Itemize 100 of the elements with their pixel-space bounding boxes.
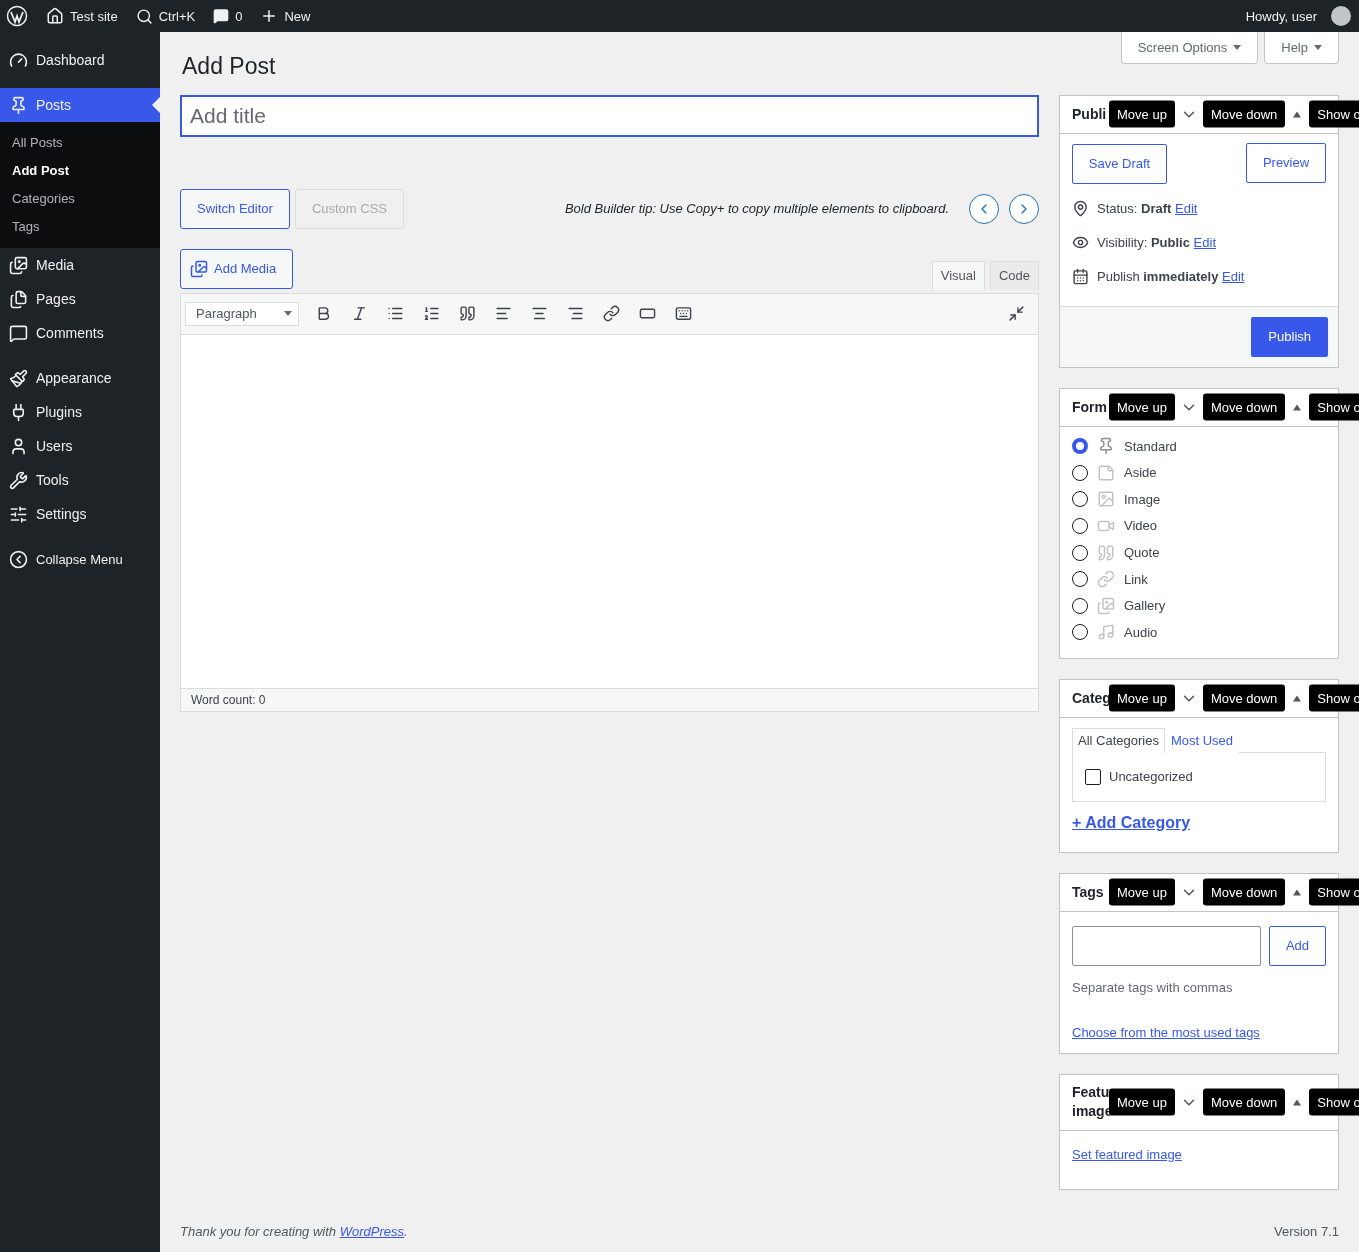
radio-button[interactable] [1072, 491, 1088, 508]
format-select[interactable]: Paragraph [185, 301, 299, 326]
tooltip: Move down [1202, 393, 1286, 421]
menu-item[interactable]: Appearance [0, 361, 160, 395]
publish-setting: Visibility: Public Edit [1097, 235, 1216, 251]
radio-button[interactable] [1072, 571, 1088, 588]
paintbrush-icon [9, 368, 28, 388]
pin-icon [1072, 200, 1089, 218]
link-icon[interactable] [602, 305, 620, 323]
editor-tab[interactable]: Code [989, 260, 1039, 290]
wordpress-link[interactable]: WordPress [339, 1224, 404, 1239]
screen-tab[interactable]: Help [1264, 32, 1339, 64]
image-icon [1097, 490, 1115, 509]
version-text: Version 7.1 [1273, 1224, 1339, 1239]
page-title: Add Post [182, 52, 277, 81]
menu-item[interactable]: Posts [0, 88, 160, 122]
submenu-item[interactable]: Add Post [0, 157, 160, 185]
screen-tab[interactable]: Screen Options [1120, 32, 1259, 64]
menu-item[interactable]: Media [0, 248, 160, 282]
wordpress-logo-icon[interactable] [6, 5, 28, 27]
category-tab[interactable]: All Categories [1072, 727, 1165, 753]
tooltip: Move up [1109, 393, 1175, 421]
tooltip: Move down [1202, 684, 1286, 712]
greeting-link[interactable]: Howdy, user [1245, 8, 1317, 24]
most-used-tags-link[interactable]: Choose from the most used tags [1072, 1024, 1260, 1040]
edit-link[interactable]: Edit [1175, 201, 1198, 217]
format-label: Image [1124, 491, 1161, 507]
fullscreen-icon[interactable] [1007, 305, 1025, 323]
radio-button[interactable] [1072, 464, 1088, 481]
box-title: Featu [1072, 1083, 1110, 1103]
menu-item[interactable]: Dashboard [0, 43, 160, 77]
builder-tip: Bold Builder tip: Use Copy+ to copy multiple elements to clipboard. [564, 201, 949, 217]
radio-button[interactable] [1072, 438, 1088, 455]
box-title: Tags [1072, 882, 1104, 902]
format-label: Link [1124, 571, 1148, 587]
editor-tab[interactable]: Visual [931, 260, 985, 290]
link-icon [1097, 570, 1115, 589]
radio-button[interactable] [1072, 624, 1088, 641]
checkbox[interactable] [1085, 768, 1101, 785]
pin-icon [9, 95, 28, 115]
format-label: Aside [1124, 465, 1157, 481]
add-category-link[interactable]: + Add Category [1072, 813, 1191, 832]
preview-button[interactable]: Preview [1246, 142, 1326, 183]
add-tag-button[interactable]: Add [1269, 925, 1326, 966]
quote-icon[interactable] [458, 305, 476, 323]
category-label: Uncategorized [1109, 769, 1193, 785]
menu-item[interactable]: Collapse Menu [0, 542, 160, 576]
avatar-icon[interactable] [1331, 6, 1351, 26]
music-note-icon [1097, 623, 1115, 642]
format-label: Quote [1124, 545, 1160, 561]
radio-button[interactable] [1072, 517, 1088, 534]
speech-bubble-icon[interactable] [213, 8, 230, 24]
menu-item[interactable]: Users [0, 429, 160, 463]
editor-button[interactable]: Switch Editor [180, 188, 290, 229]
site-link[interactable]: Test site [70, 8, 118, 24]
menu-item[interactable]: Plugins [0, 395, 160, 429]
note-icon [1097, 463, 1115, 482]
edit-link[interactable]: Edit [1222, 269, 1245, 285]
menu-item[interactable]: Comments [0, 316, 160, 350]
user-icon [9, 436, 28, 456]
set-featured-image-link[interactable]: Set featured image [1072, 1146, 1182, 1162]
home-icon[interactable] [46, 7, 64, 25]
submenu-item[interactable]: Tags [0, 213, 160, 241]
search-shortcut[interactable]: Ctrl+K [158, 8, 196, 24]
next-button[interactable] [1009, 193, 1039, 224]
speech-bubble-icon [9, 323, 28, 343]
menu-item[interactable]: Pages [0, 282, 160, 316]
collapse-icon [9, 549, 28, 569]
wrench-icon [9, 470, 28, 490]
format-label: Video [1124, 518, 1157, 534]
publish-button[interactable]: Publish [1251, 316, 1328, 357]
pages-icon [9, 289, 28, 309]
numbered-list-icon[interactable] [422, 305, 440, 323]
submenu-item[interactable]: Categories [0, 185, 160, 213]
word-count: Word count: 0 [191, 692, 266, 707]
menu-item[interactable]: Tools [0, 463, 160, 497]
comment-count[interactable]: 0 [235, 8, 243, 24]
add-media-button[interactable]: Add Media [180, 248, 294, 289]
new-link[interactable]: New [284, 8, 311, 24]
media-icon [9, 255, 28, 275]
media-icon [190, 259, 208, 278]
save-draft-button[interactable]: Save Draft [1072, 143, 1167, 184]
previous-button[interactable] [969, 193, 999, 224]
search-icon[interactable] [135, 7, 153, 25]
pin-icon [1097, 437, 1115, 456]
calendar-icon [1072, 268, 1089, 286]
submenu-item[interactable]: All Posts [0, 129, 160, 157]
format-label: Gallery [1124, 598, 1166, 614]
tag-field[interactable] [1072, 925, 1261, 966]
quote-icon [1097, 543, 1115, 562]
menu-item[interactable]: Settings [0, 497, 160, 531]
radio-button[interactable] [1072, 597, 1088, 614]
title-field[interactable]: Add title [180, 94, 1039, 137]
keyboard-icon[interactable] [674, 305, 692, 323]
box-title: Form [1072, 397, 1107, 417]
tooltip: Move up [1109, 878, 1175, 906]
radio-button[interactable] [1072, 544, 1088, 561]
edit-link[interactable]: Edit [1193, 235, 1216, 251]
tooltip: Move up [1109, 684, 1175, 712]
publish-setting: Status: Draft Edit [1097, 201, 1198, 217]
